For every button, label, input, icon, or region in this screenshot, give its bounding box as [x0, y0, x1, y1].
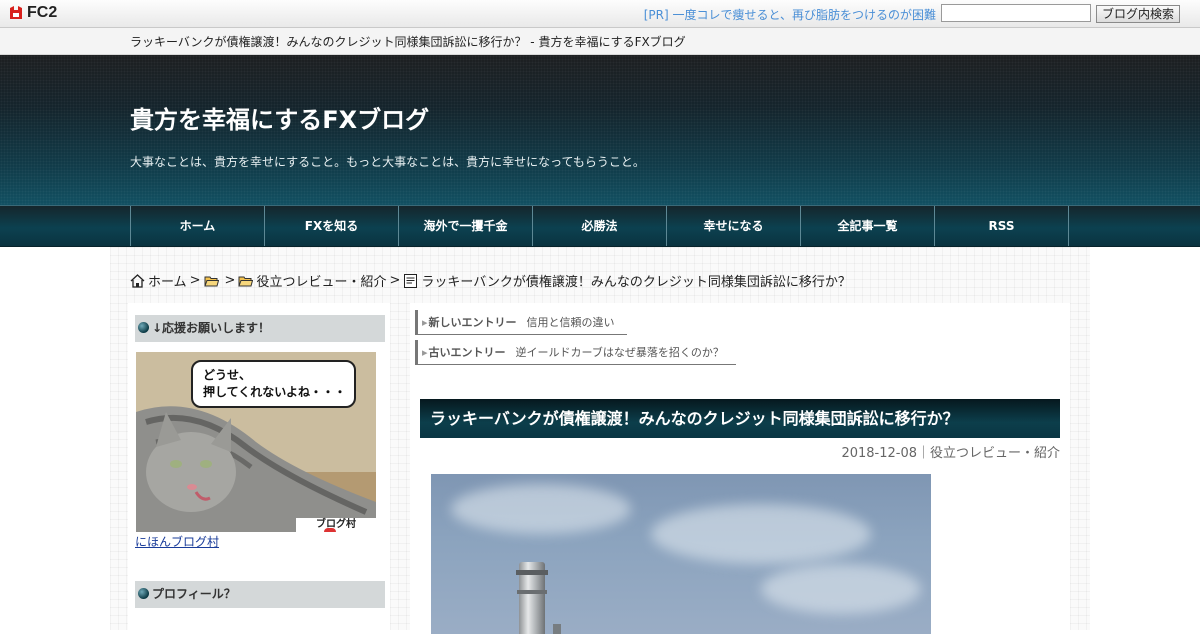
nav-item-learn-fx[interactable]: FXを知る	[265, 206, 399, 246]
breadcrumb-home-link[interactable]: ホーム	[148, 271, 187, 290]
sidebar: ↓応援お願いします！ どうせ、 押してくれないよね・・・ ブログ村 にほんブログ…	[128, 303, 390, 630]
blog-header: 貴方を幸福にするFXブログ 大事なことは、貴方を幸せにすること。もっと大事なこと…	[0, 55, 1200, 205]
post-photo	[431, 474, 931, 634]
post-meta: 2018-12-08｜役立つレビュー・紹介	[841, 446, 1060, 461]
chimney-stack	[516, 562, 548, 634]
breadcrumb-separator: >	[189, 273, 201, 288]
blogmura-tag: ブログ村	[296, 518, 376, 532]
breadcrumb-separator: >	[224, 273, 236, 288]
fc2-logo-text: FC2	[27, 4, 58, 21]
sidebar-heading-support: ↓応援お願いします！	[135, 315, 385, 342]
breadcrumb-separator: >	[389, 273, 401, 288]
speech-bubble-line-1: どうせ、	[203, 368, 252, 382]
breadcrumb-category-link[interactable]: 役立つレビュー・紹介	[256, 271, 386, 290]
folder-icon	[238, 276, 254, 286]
nav-item-home[interactable]: ホーム	[131, 206, 265, 246]
fc2-toolbar: FC2 [PR] 一度コレで痩せると、再び脂肪をつけるのが困難 ブログ内検索	[0, 0, 1200, 28]
speech-bubble: どうせ、 押してくれないよね・・・	[191, 360, 356, 408]
nav-item-rss[interactable]: RSS	[935, 206, 1069, 246]
blog-ranking-banner[interactable]: どうせ、 押してくれないよね・・・ ブログ村	[136, 352, 376, 532]
sidebar-heading-support-text: ↓応援お願いします！	[152, 321, 271, 335]
sidebar-heading-profile: プロフィール？	[135, 581, 385, 608]
blog-title[interactable]: 貴方を幸福にするFXブログ	[130, 100, 429, 135]
main-area: ホーム > > 役立つレビュー・紹介 > ラッキーバンクが債権譲渡！みんなのクレ…	[0, 247, 1200, 634]
newer-entry-label: 新しいエントリー	[418, 314, 517, 330]
blog-search-input[interactable]	[941, 4, 1091, 22]
post-title[interactable]: ラッキーバンクが債権譲渡！みんなのクレジット同様集団訴訟に移行か？	[420, 399, 1060, 438]
pr-ad-link[interactable]: [PR] 一度コレで痩せると、再び脂肪をつけるのが困難	[644, 6, 936, 23]
page-title: ラッキーバンクが債権譲渡！みんなのクレジット同様集団訴訟に移行か？ - 貴方を幸…	[130, 35, 686, 49]
fc2-logo[interactable]: FC2	[8, 4, 57, 22]
document-icon	[404, 273, 418, 288]
newer-entry-title[interactable]: 信用と信頼の違い	[527, 314, 627, 330]
sidebar-heading-profile-text: プロフィール？	[152, 587, 236, 601]
breadcrumb-current: ラッキーバンクが債権譲渡！みんなのクレジット同様集団訴訟に移行か？	[421, 275, 851, 290]
older-entry-title[interactable]: 逆イールドカーブはなぜ暴落を招くのか？	[516, 344, 736, 360]
speech-bubble-line-2: 押してくれないよね・・・	[203, 385, 347, 399]
post-content: 新しいエントリー 信用と信頼の違い 古いエントリー 逆イールドカーブはなぜ暴落を…	[410, 303, 1070, 634]
newer-entry-link[interactable]: 新しいエントリー 信用と信頼の違い	[415, 310, 627, 335]
pole	[553, 624, 561, 634]
home-icon	[130, 273, 145, 288]
breadcrumb: ホーム > > 役立つレビュー・紹介 > ラッキーバンクが債権譲渡！みんなのクレ…	[130, 271, 851, 290]
nihon-blogmura-link[interactable]: にほんブログ村	[135, 533, 219, 550]
older-entry-label: 古いエントリー	[418, 344, 506, 360]
nav-item-overseas[interactable]: 海外で一攫千金	[399, 206, 533, 246]
folder-icon[interactable]	[203, 274, 219, 288]
older-entry-link[interactable]: 古いエントリー 逆イールドカーブはなぜ暴落を招くのか？	[415, 340, 736, 365]
nav-item-all-posts[interactable]: 全記事一覧	[801, 206, 935, 246]
bullet-orb-icon	[138, 322, 149, 333]
global-nav: ホーム FXを知る 海外で一攫千金 必勝法 幸せになる 全記事一覧 RSS	[0, 205, 1200, 247]
fc2-logo-icon	[10, 6, 22, 19]
nav-item-strategy[interactable]: 必勝法	[533, 206, 667, 246]
page-title-strip: ラッキーバンクが債権譲渡！みんなのクレジット同様集団訴訟に移行か？ - 貴方を幸…	[0, 28, 1200, 55]
nav-item-happiness[interactable]: 幸せになる	[667, 206, 801, 246]
bullet-orb-icon	[138, 588, 149, 599]
blog-description: 大事なことは、貴方を幸せにすること。もっと大事なことは、貴方に幸せになってもらう…	[130, 155, 645, 169]
blog-search-button[interactable]: ブログ内検索	[1096, 5, 1180, 23]
